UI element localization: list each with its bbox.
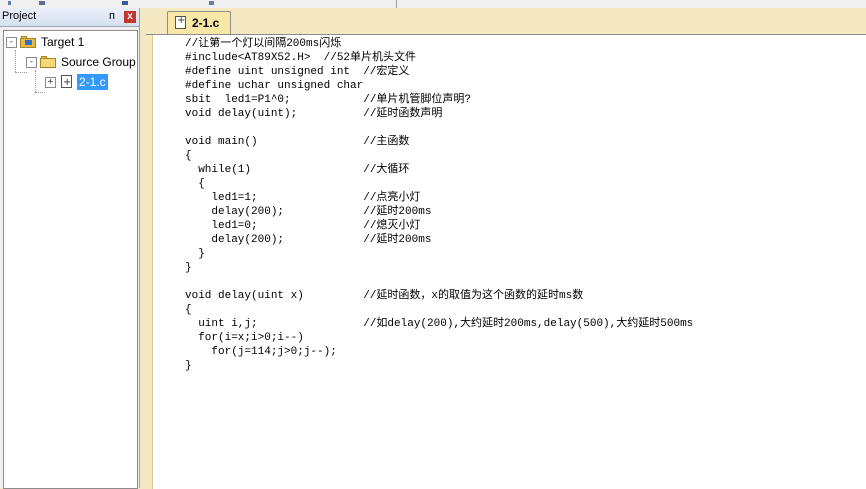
expand-icon[interactable]: + xyxy=(45,77,56,88)
pin-icon[interactable]: ᴨ xyxy=(107,10,117,22)
close-icon[interactable]: x xyxy=(124,11,136,23)
code-line[interactable]: while(1) //大循环 xyxy=(185,163,409,177)
project-panel-header: Project ᴨ x xyxy=(0,8,139,27)
code-line[interactable]: led1=1; //点亮小灯 xyxy=(185,191,420,205)
code-line[interactable]: void delay(uint x) //延时函数，x的取值为这个函数的延时ms… xyxy=(185,289,583,303)
code-line[interactable]: //让第一个灯以间隔200ms闪烁 xyxy=(185,37,341,51)
tree-connector xyxy=(35,92,45,94)
code-line[interactable]: for(i=x;i>0;i--) xyxy=(185,331,304,345)
toolbar-button-icon[interactable] xyxy=(3,0,17,6)
code-line[interactable]: } xyxy=(185,359,192,373)
code-line[interactable]: for(j=114;j>0;j--); xyxy=(185,345,336,359)
tab-label: 2-1.c xyxy=(192,16,220,30)
toolbar-button-icon[interactable] xyxy=(205,0,219,6)
code-line[interactable]: delay(200); //延时200ms xyxy=(185,233,431,247)
tree-item-label: 2-1.c xyxy=(77,74,108,90)
code-line[interactable]: sbit led1=P1^0; //单片机管脚位声明? xyxy=(185,93,471,107)
target-folder-icon xyxy=(20,36,36,48)
tree-item-source-group[interactable]: - Source Group 1 xyxy=(4,53,137,71)
code-line[interactable]: led1=0; //熄灭小灯 xyxy=(185,219,420,233)
toolbar-divider xyxy=(396,0,397,8)
code-line[interactable]: { xyxy=(185,177,205,191)
code-line[interactable]: } xyxy=(185,261,192,275)
code-line[interactable]: #define uchar unsigned char xyxy=(185,79,363,93)
toolbar-button-icon[interactable] xyxy=(35,0,49,6)
collapse-icon[interactable]: - xyxy=(6,37,17,48)
editor-tabbar: 2-1.c xyxy=(146,8,866,34)
code-line[interactable]: uint i,j; //如delay(200),大约延时200ms,delay(… xyxy=(185,317,693,331)
code-line[interactable]: { xyxy=(185,303,192,317)
collapse-icon[interactable]: - xyxy=(26,57,37,68)
code-line[interactable]: } xyxy=(185,247,205,261)
code-editor[interactable]: //让第一个灯以间隔200ms闪烁 #include<AT89X52.H> //5… xyxy=(146,34,866,489)
project-tree: - Target 1 - Source Group 1 + 2-1.c xyxy=(3,30,138,489)
tree-item-target[interactable]: - Target 1 xyxy=(4,33,134,51)
open-folder-icon xyxy=(40,56,56,68)
tree-item-file[interactable]: + 2-1.c xyxy=(4,73,134,92)
code-line[interactable]: { xyxy=(185,149,192,163)
editor-gutter xyxy=(146,35,153,489)
code-line[interactable]: void delay(uint); //延时函数声明 xyxy=(185,107,442,121)
code-line[interactable]: void main() //主函数 xyxy=(185,135,409,149)
code-line[interactable]: #define uint unsigned int //宏定义 xyxy=(185,65,409,79)
project-panel-title: Project xyxy=(2,10,37,22)
c-file-icon xyxy=(61,74,72,92)
toolbar-button-icon[interactable] xyxy=(118,0,132,6)
c-file-icon xyxy=(175,15,186,29)
code-line[interactable]: #include<AT89X52.H> //52单片机头文件 xyxy=(185,51,416,65)
project-panel: Project ᴨ x - Target 1 - Source Group 1 … xyxy=(0,8,140,489)
tab-2-1-c[interactable]: 2-1.c xyxy=(167,11,231,34)
tree-item-label: Source Group 1 xyxy=(61,55,138,69)
code-line[interactable]: delay(200); //延时200ms xyxy=(185,205,431,219)
tree-item-label: Target 1 xyxy=(41,35,85,49)
